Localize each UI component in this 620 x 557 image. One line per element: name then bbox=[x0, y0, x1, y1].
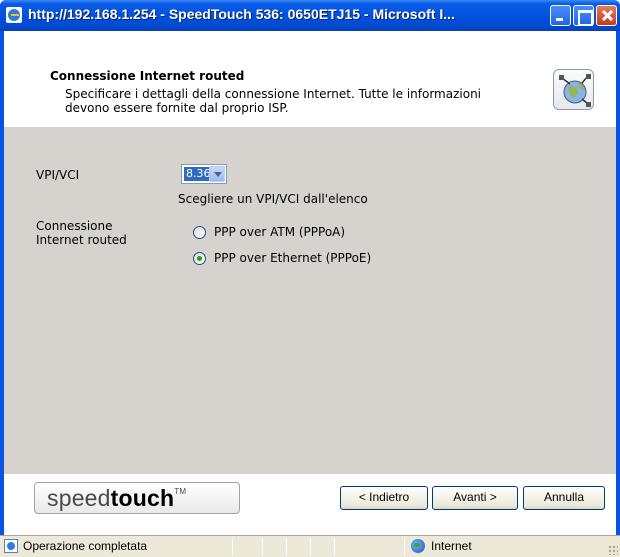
internet-zone-icon bbox=[411, 539, 425, 553]
maximize-button[interactable] bbox=[573, 5, 594, 26]
minimize-button[interactable] bbox=[550, 5, 571, 26]
wizard-footer: speedtouchTM < Indietro Avanti > Annulla bbox=[4, 474, 616, 535]
status-divider bbox=[232, 538, 233, 555]
brand-light-text: speed bbox=[47, 485, 111, 511]
page-title: Connessione Internet routed bbox=[50, 69, 245, 83]
status-divider bbox=[334, 538, 335, 555]
resize-grip[interactable] bbox=[608, 545, 618, 555]
close-button[interactable] bbox=[596, 5, 617, 26]
chevron-down-icon[interactable] bbox=[209, 166, 225, 182]
browser-window: http://192.168.1.254 - SpeedTouch 536: 0… bbox=[0, 0, 620, 557]
status-bar: Operazione completata Internet bbox=[0, 535, 620, 557]
status-divider bbox=[286, 538, 287, 555]
pppoe-radio[interactable] bbox=[193, 252, 206, 265]
brand-bold-text: touch bbox=[110, 485, 175, 511]
status-text: Operazione completata bbox=[23, 539, 148, 553]
form-area: VPI/VCI 8.36 Scegliere un VPI/VCI dall'e… bbox=[4, 127, 616, 474]
page-content: Connessione Internet routed Specificare … bbox=[4, 31, 616, 535]
trademark-mark: TM bbox=[174, 487, 187, 496]
page-description: Specificare i dettagli della connessione… bbox=[65, 87, 482, 115]
page-icon bbox=[4, 539, 18, 553]
status-divider bbox=[262, 538, 263, 555]
wizard-header: Connessione Internet routed Specificare … bbox=[4, 31, 616, 127]
window-title: http://192.168.1.254 - SpeedTouch 536: 0… bbox=[28, 6, 455, 22]
vpi-vci-hint: Scegliere un VPI/VCI dall'elenco bbox=[178, 192, 368, 206]
title-bar[interactable]: http://192.168.1.254 - SpeedTouch 536: 0… bbox=[0, 0, 620, 31]
vpi-vci-label: VPI/VCI bbox=[36, 168, 80, 182]
network-globe-icon bbox=[553, 69, 594, 110]
status-divider bbox=[310, 538, 311, 555]
speedtouch-logo: speedtouchTM bbox=[34, 482, 240, 514]
vpi-vci-select[interactable]: 8.36 bbox=[181, 164, 227, 184]
back-button[interactable]: < Indietro bbox=[340, 486, 428, 510]
pppoa-radio[interactable] bbox=[193, 226, 206, 239]
pppoe-label[interactable]: PPP over Ethernet (PPPoE) bbox=[214, 251, 371, 265]
connection-type-label: Connessione Internet routed bbox=[36, 219, 127, 247]
internet-explorer-icon bbox=[6, 7, 22, 23]
status-divider bbox=[404, 538, 405, 555]
pppoa-label[interactable]: PPP over ATM (PPPoA) bbox=[214, 225, 345, 239]
zone-text: Internet bbox=[431, 539, 472, 553]
cancel-button[interactable]: Annulla bbox=[523, 486, 605, 510]
next-button[interactable]: Avanti > bbox=[432, 486, 518, 510]
